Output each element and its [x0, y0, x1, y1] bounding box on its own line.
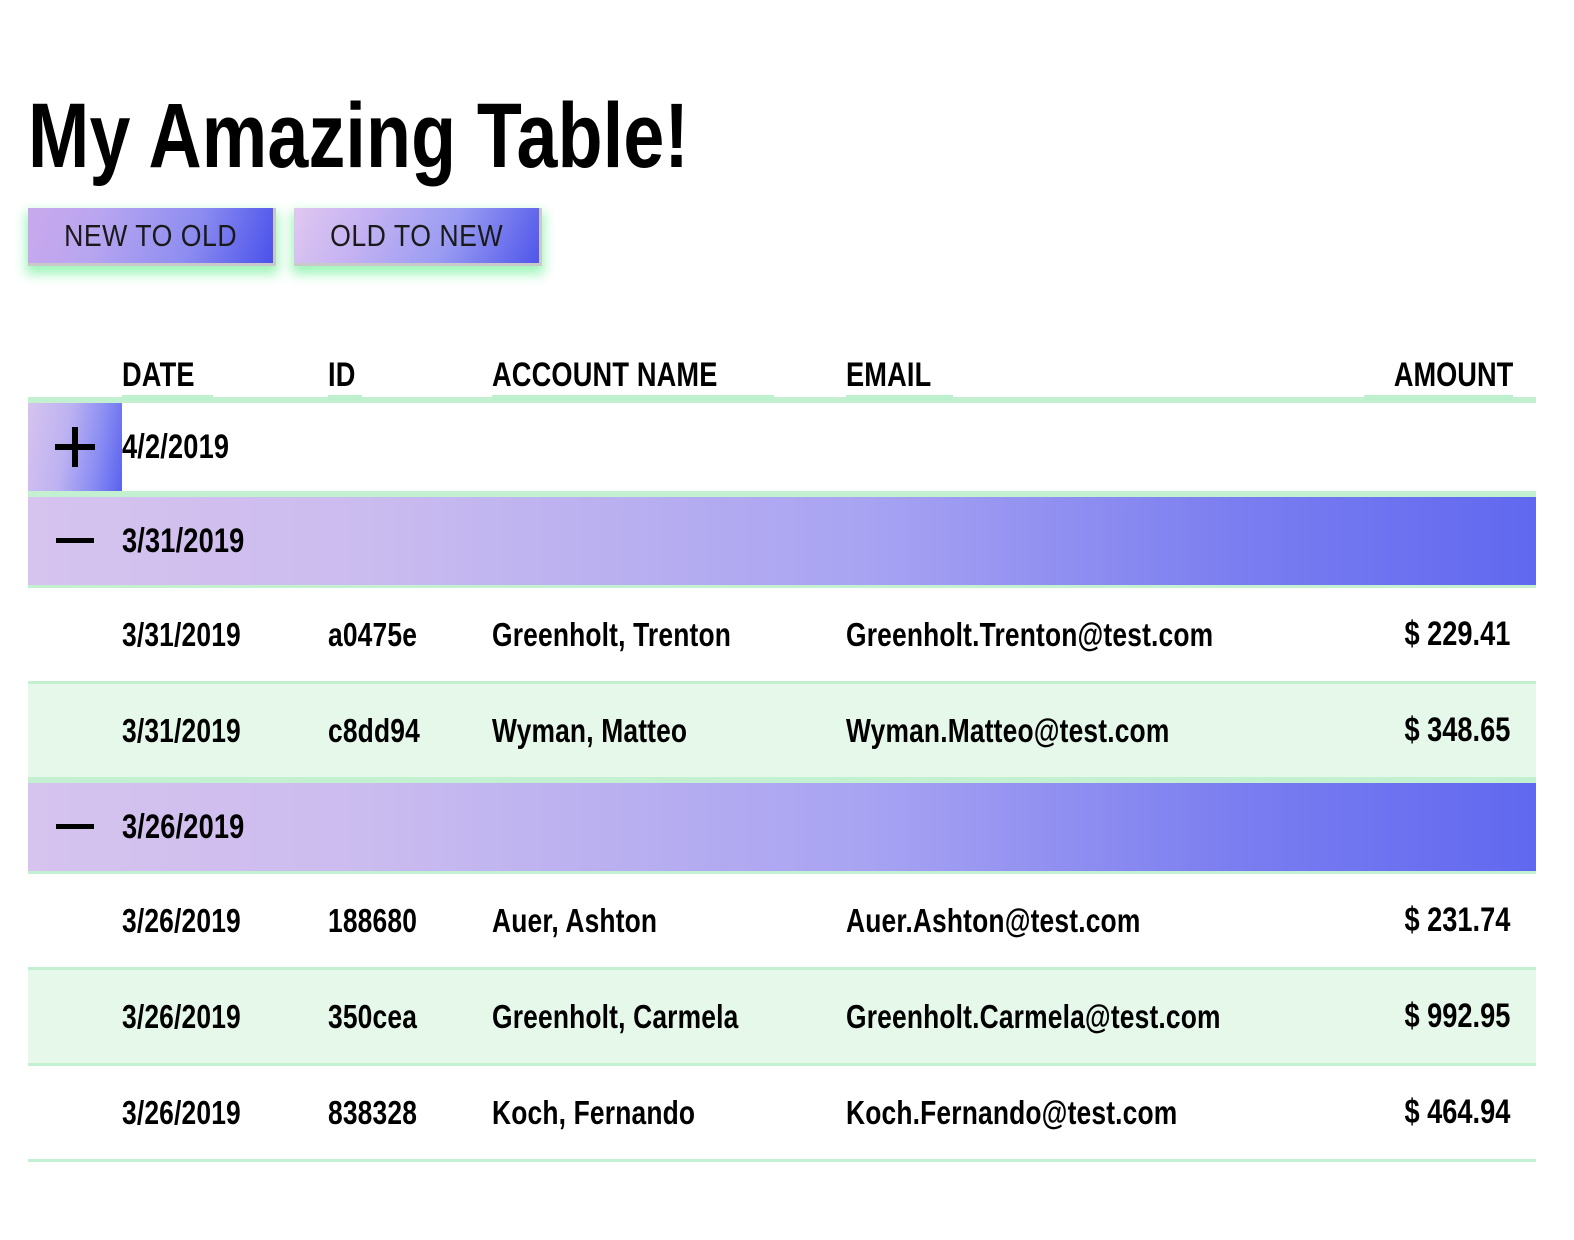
minus-icon: [55, 521, 95, 561]
cell-id: 350cea: [328, 999, 492, 1034]
column-header-amount-label: AMOUNT: [1393, 356, 1514, 394]
collapse-group-button[interactable]: [28, 497, 122, 585]
column-header-account-name[interactable]: ACCOUNT NAME: [492, 356, 846, 401]
cell-account-name: Wyman, Matteo: [492, 713, 846, 748]
cell-email-text: Auer.Ashton@test.com: [846, 902, 1141, 939]
cell-id: 188680: [328, 903, 492, 938]
cell-id-text: a0475e: [328, 616, 418, 653]
cell-amount: $ 992.95: [1364, 999, 1536, 1034]
cell-id-text: 188680: [328, 902, 418, 939]
group-date-cell: 3/31/2019: [122, 523, 328, 559]
table-row[interactable]: 3/26/2019 350cea Greenholt, Carmela Greenho…: [28, 970, 1536, 1066]
column-header-id[interactable]: ID: [328, 356, 492, 401]
cell-date-text: 3/26/2019: [122, 902, 241, 939]
cell-email: Auer.Ashton@test.com: [846, 903, 1364, 938]
cell-amount-text: $ 992.95: [1404, 997, 1510, 1035]
expand-group-button[interactable]: [28, 403, 122, 491]
sort-old-to-new-label: OLD TO NEW: [329, 218, 504, 253]
table-header-row: DATE ID ACCOUNT NAME EMAIL AMOUNT: [28, 336, 1539, 401]
cell-email-text: Greenholt.Carmela@test.com: [846, 998, 1221, 1035]
cell-email-text: Wyman.Matteo@test.com: [846, 712, 1170, 749]
cell-account-name-text: Wyman, Matteo: [492, 712, 688, 749]
cell-account-name: Greenholt, Carmela: [492, 999, 846, 1034]
cell-id-text: 838328: [328, 1094, 418, 1131]
cell-email-text: Greenholt.Trenton@test.com: [846, 616, 1214, 653]
cell-id: a0475e: [328, 617, 492, 652]
cell-id-text: 350cea: [328, 998, 418, 1035]
cell-date-text: 3/26/2019: [122, 1094, 241, 1131]
cell-account-name-text: Greenholt, Trenton: [492, 616, 732, 653]
group-date-cell: 3/26/2019: [122, 809, 328, 845]
cell-account-name-text: Greenholt, Carmela: [492, 998, 739, 1035]
cell-date-text: 3/31/2019: [122, 712, 241, 749]
cell-account-name-text: Koch, Fernando: [492, 1094, 696, 1131]
cell-amount-text: $ 464.94: [1404, 1093, 1510, 1131]
cell-date-text: 3/26/2019: [122, 998, 241, 1035]
table-row[interactable]: 3/31/2019 c8dd94 Wyman, Matteo Wyman.Matteo…: [28, 684, 1536, 780]
cell-amount-text: $ 231.74: [1404, 901, 1510, 939]
page-title: My Amazing Table!: [28, 88, 854, 184]
cell-amount: $ 348.65: [1364, 713, 1536, 748]
cell-email: Greenholt.Carmela@test.com: [846, 999, 1364, 1034]
table-row[interactable]: 3/31/2019 a0475e Greenholt, Trenton Greenho…: [28, 588, 1536, 684]
cell-email-text: Koch.Fernando@test.com: [846, 1094, 1178, 1131]
cell-amount: $ 231.74: [1364, 903, 1536, 938]
cell-account-name: Greenholt, Trenton: [492, 617, 846, 652]
cell-date: 3/26/2019: [122, 999, 328, 1034]
sort-new-to-old-button[interactable]: NEW TO OLD: [28, 208, 276, 266]
column-header-date-label: DATE: [122, 356, 195, 394]
cell-email: Wyman.Matteo@test.com: [846, 713, 1364, 748]
group-header-row[interactable]: 4/2/2019: [28, 400, 1536, 494]
cell-account-name: Koch, Fernando: [492, 1095, 846, 1130]
cell-id: 838328: [328, 1095, 492, 1130]
column-header-id-label: ID: [328, 356, 356, 394]
group-date-cell: 4/2/2019: [122, 429, 328, 465]
cell-date: 3/26/2019: [122, 903, 328, 938]
column-header-email[interactable]: EMAIL: [846, 356, 1364, 401]
column-header-date[interactable]: DATE: [122, 356, 328, 401]
plus-icon: [55, 427, 95, 467]
group-date-label: 3/31/2019: [122, 522, 245, 560]
collapse-group-button[interactable]: [28, 783, 122, 871]
cell-amount-text: $ 348.65: [1404, 711, 1510, 749]
cell-amount: $ 464.94: [1364, 1095, 1536, 1130]
column-header-account-name-label: ACCOUNT NAME: [492, 356, 718, 394]
column-header-amount[interactable]: AMOUNT: [1364, 356, 1539, 401]
cell-account-name-text: Auer, Ashton: [492, 902, 658, 939]
cell-date: 3/31/2019: [122, 617, 328, 652]
cell-email: Greenholt.Trenton@test.com: [846, 617, 1364, 652]
group-date-label: 4/2/2019: [122, 428, 230, 466]
cell-id-text: c8dd94: [328, 712, 420, 749]
transactions-table: DATE ID ACCOUNT NAME EMAIL AMOUNT 4/2/20…: [28, 336, 1536, 1162]
cell-date: 3/26/2019: [122, 1095, 328, 1130]
table-row[interactable]: 3/26/2019 188680 Auer, Ashton Auer.Ashton@t…: [28, 874, 1536, 970]
table-row[interactable]: 3/26/2019 838328 Koch, Fernando Koch.Fernan…: [28, 1066, 1536, 1162]
table-body: 4/2/2019 3/31/2019 3/31/2019 a0475e Greenhol…: [28, 400, 1536, 1162]
sort-controls: NEW TO OLD OLD TO NEW: [28, 208, 542, 266]
sort-old-to-new-button[interactable]: OLD TO NEW: [294, 208, 542, 266]
cell-account-name: Auer, Ashton: [492, 903, 846, 938]
cell-email: Koch.Fernando@test.com: [846, 1095, 1364, 1130]
minus-icon: [55, 807, 95, 847]
page-title-text: My Amazing Table!: [28, 84, 690, 187]
sort-new-to-old-label: NEW TO OLD: [63, 218, 238, 253]
header-spacer-cell: [28, 393, 122, 397]
cell-date: 3/31/2019: [122, 713, 328, 748]
group-date-label: 3/26/2019: [122, 808, 245, 846]
cell-date-text: 3/31/2019: [122, 616, 241, 653]
cell-amount: $ 229.41: [1364, 617, 1536, 652]
cell-amount-text: $ 229.41: [1404, 615, 1510, 653]
group-header-row[interactable]: 3/31/2019: [28, 494, 1536, 588]
cell-id: c8dd94: [328, 713, 492, 748]
column-header-email-label: EMAIL: [846, 356, 932, 394]
group-header-row[interactable]: 3/26/2019: [28, 780, 1536, 874]
